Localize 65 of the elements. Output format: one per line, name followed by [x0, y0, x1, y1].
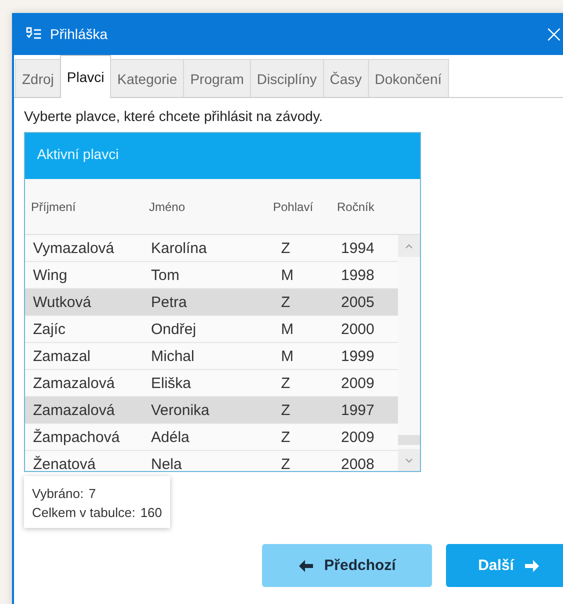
- table-cell-text: Z: [280, 456, 292, 471]
- table-cell-text: Ženatová: [33, 456, 97, 471]
- table-cell-text: Zamazalová: [33, 402, 116, 418]
- tab[interactable]: Dokončení: [368, 59, 449, 97]
- instruction-text: Vyberte plavce, které chcete přihlásit na závody.: [24, 108, 324, 124]
- tab[interactable]: Disciplíny: [250, 59, 324, 97]
- table-title: Aktivní plavci: [25, 133, 420, 179]
- summary-value: 7: [88, 485, 96, 503]
- table-cell-text: Ondřej: [151, 320, 198, 338]
- table-cell-text: Zamazal: [33, 348, 92, 364]
- table-cell-text: Petra: [151, 294, 188, 310]
- table-cell-text: Z: [280, 428, 292, 446]
- arrow-icon: [524, 558, 540, 572]
- table-cell-text: Tom: [151, 266, 180, 284]
- summary-value: 160: [140, 504, 162, 522]
- table-cell-text: 2005: [341, 294, 376, 310]
- scroll-up-icon[interactable]: [398, 235, 420, 257]
- column-header[interactable]: Pohlaví: [273, 200, 337, 214]
- table-cell-text: 2000: [341, 320, 376, 338]
- table-row[interactable]: Zamazalová Veronika Z 1997: [25, 397, 398, 424]
- table-cell-text: Karolína: [151, 240, 208, 256]
- table-cell-text: Eliška: [151, 374, 192, 392]
- table-cell-text: Nela: [151, 456, 183, 471]
- scroll-thumb[interactable]: [398, 435, 420, 445]
- table-cell-text: Vymazalová: [33, 240, 116, 256]
- table-cell-text: M: [280, 266, 294, 284]
- scroll-down-icon[interactable]: [398, 449, 420, 471]
- table-cell-text: M: [280, 348, 294, 364]
- column-header[interactable]: Jméno: [149, 200, 273, 214]
- column-header[interactable]: Příjmení: [31, 200, 149, 214]
- arrow-icon: [298, 558, 314, 572]
- table-cell-text: Z: [280, 402, 292, 418]
- tab[interactable]: Plavci: [60, 55, 112, 98]
- table-cell-text: Michal: [151, 348, 196, 364]
- table-cell-text: Z: [280, 294, 292, 310]
- table-cell-text: Zajíc: [33, 320, 67, 338]
- table-cell-text: Žampachová: [33, 428, 121, 446]
- table-cell-text: 1997: [341, 402, 376, 418]
- table-cell-text: 2008: [341, 456, 376, 471]
- close-button[interactable]: ×: [536, 22, 563, 46]
- tab[interactable]: Časy: [322, 59, 369, 97]
- table-cell-text: Wutková: [33, 294, 92, 310]
- summary-label: Vybráno:: [32, 485, 84, 503]
- table-cell-text: Wing: [33, 266, 68, 284]
- tab[interactable]: Kategorie: [110, 59, 184, 97]
- tab[interactable]: Program: [183, 59, 251, 97]
- column-header[interactable]: Ročník: [337, 200, 391, 214]
- table-row[interactable]: Wutková Petra Z 2005: [25, 289, 398, 316]
- summary-label: Celkem v tabulce:: [32, 504, 136, 522]
- checklist-icon: [26, 27, 42, 41]
- table-cell-text: Z: [280, 240, 292, 256]
- table-cell-text: 2009: [341, 428, 376, 446]
- table-cell-text: M: [280, 320, 294, 338]
- table-cell-text: 1998: [341, 266, 376, 284]
- table-cell-text: Zamazalová: [33, 374, 116, 392]
- table-cell-text: 2009: [341, 374, 376, 392]
- table-cell-text: Z: [280, 374, 292, 392]
- table-cell-text: 1999: [341, 348, 376, 364]
- table-cell-text: Veronika: [151, 402, 210, 418]
- back-button[interactable]: Předchozí: [262, 544, 432, 587]
- tab[interactable]: Zdroj: [15, 59, 61, 97]
- table-cell-text: 1994: [341, 240, 376, 256]
- table-cell-text: Adéla: [151, 428, 190, 446]
- scrollbar[interactable]: [398, 235, 420, 471]
- window-title: Přihláška: [50, 26, 108, 42]
